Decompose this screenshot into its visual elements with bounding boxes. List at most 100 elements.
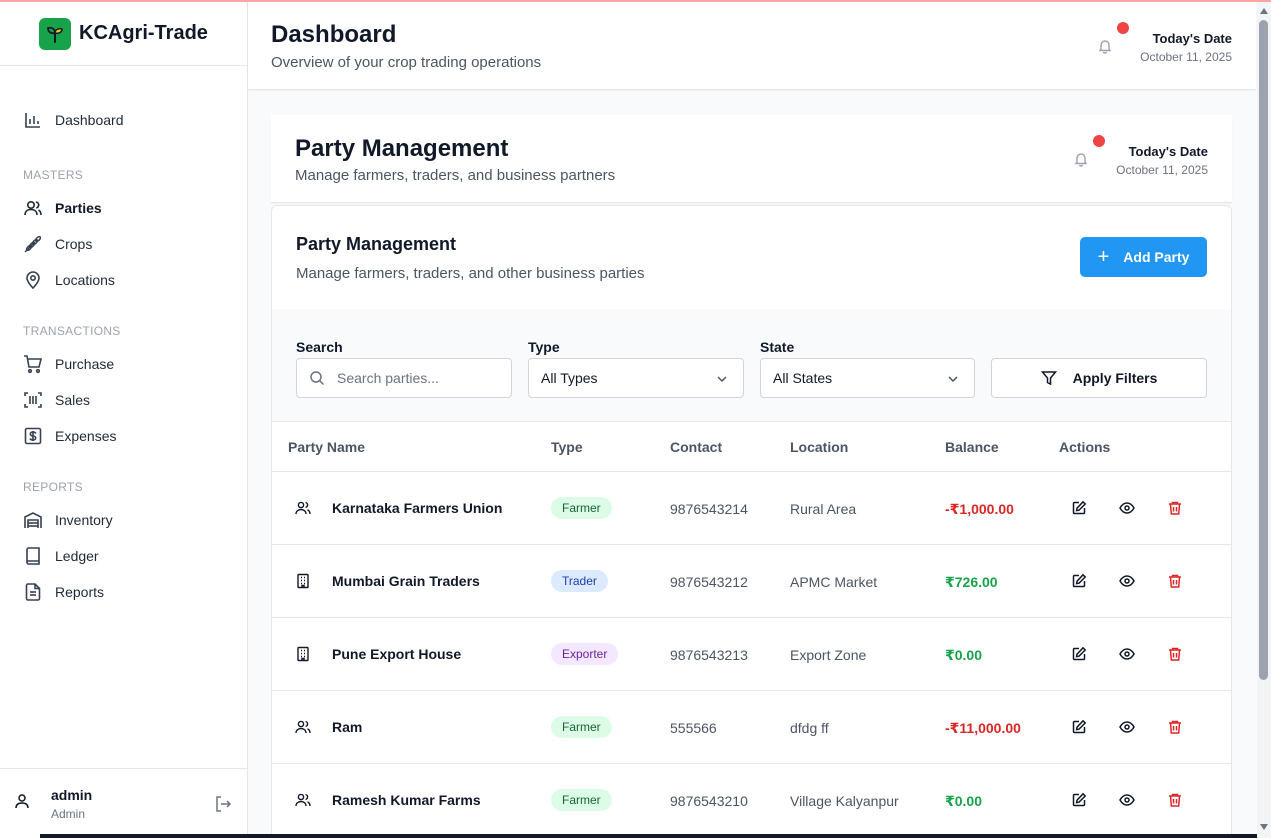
type-badge: Exporter xyxy=(551,643,619,665)
sidebar-item-locations[interactable]: Locations xyxy=(23,268,115,292)
file-text-icon xyxy=(23,582,43,602)
scroll-up-arrow[interactable] xyxy=(1260,8,1268,14)
page-title: Dashboard xyxy=(271,21,397,48)
sidebar-item-sales[interactable]: Sales xyxy=(23,388,90,412)
search-input[interactable]: Search parties... xyxy=(296,358,512,398)
party-header: Party Management Manage farmers, traders… xyxy=(271,115,1232,203)
wheat-icon xyxy=(23,234,43,254)
users-icon xyxy=(23,198,43,218)
notification-dot xyxy=(1093,135,1105,147)
sidebar-item-inventory[interactable]: Inventory xyxy=(23,508,113,532)
search-icon xyxy=(309,370,325,386)
party-name: Mumbai Grain Traders xyxy=(332,573,480,589)
page-subtitle: Overview of your crop trading operations xyxy=(271,54,542,71)
sidebar-item-parties[interactable]: Parties xyxy=(23,196,102,220)
sidebar-item-purchase[interactable]: Purchase xyxy=(23,352,114,376)
user-icon xyxy=(14,793,30,814)
sidebar-item-label: Crops xyxy=(55,236,93,252)
chevron-down-icon xyxy=(715,372,729,389)
trash-icon[interactable] xyxy=(1165,571,1185,591)
filter-icon xyxy=(1040,370,1057,386)
add-party-label: Add Party xyxy=(1123,249,1190,265)
eye-icon[interactable] xyxy=(1117,717,1137,737)
col-balance: Balance xyxy=(945,439,999,455)
trash-icon[interactable] xyxy=(1165,717,1185,737)
dollar-square-icon xyxy=(23,426,43,446)
sidebar-item-ledger[interactable]: Ledger xyxy=(23,544,99,568)
plus-icon: + xyxy=(1097,246,1110,268)
state-label: State xyxy=(760,339,795,355)
page-header: Dashboard Overview of your crop trading … xyxy=(248,2,1256,90)
table-row[interactable]: Mumbai Grain Traders Trader 9876543212 A… xyxy=(272,545,1231,618)
edit-icon[interactable] xyxy=(1069,498,1089,518)
table-row[interactable]: Karnataka Farmers Union Farmer 987654321… xyxy=(272,472,1231,545)
table-row[interactable]: Pune Export House Exporter 9876543213 Ex… xyxy=(272,618,1231,691)
sprout-logo-icon xyxy=(39,17,71,50)
brand[interactable]: KCAgri-Trade xyxy=(0,2,247,66)
bell-icon[interactable] xyxy=(1097,38,1113,59)
type-select[interactable]: All Types xyxy=(528,358,744,398)
col-contact: Contact xyxy=(670,439,723,455)
date-label: Today's Date xyxy=(1152,31,1232,46)
party-location: Rural Area xyxy=(790,501,857,517)
party-name: Pune Export House xyxy=(332,646,462,662)
party-card: Party Management Manage farmers, traders… xyxy=(271,205,1232,838)
sidebar-item-label: Sales xyxy=(55,392,91,408)
party-balance: -₹1,000.00 xyxy=(945,501,1014,517)
type-badge: Farmer xyxy=(551,716,612,738)
eye-icon[interactable] xyxy=(1117,790,1137,810)
sidebar-item-dashboard[interactable]: Dashboard xyxy=(23,108,124,132)
sidebar-item-label: Purchase xyxy=(55,356,115,372)
scrollbar-thumb[interactable] xyxy=(1259,20,1268,680)
logout-icon[interactable] xyxy=(214,795,232,818)
users-icon xyxy=(295,792,311,813)
filters-panel: Search Search parties... Type All Types … xyxy=(272,309,1231,422)
eye-icon[interactable] xyxy=(1117,644,1137,664)
date-value: October 11, 2025 xyxy=(1116,163,1208,177)
party-contact: 9876543212 xyxy=(670,574,748,590)
brand-name: KCAgri-Trade xyxy=(79,22,208,44)
state-select[interactable]: All States xyxy=(760,358,975,398)
state-select-value: All States xyxy=(773,370,833,386)
edit-icon[interactable] xyxy=(1069,717,1089,737)
map-pin-icon xyxy=(23,270,43,290)
scroll-down-arrow[interactable] xyxy=(1260,824,1268,830)
party-contact: 555566 xyxy=(670,720,717,736)
table-row[interactable]: Ramesh Kumar Farms Farmer 9876543210 Vil… xyxy=(272,764,1231,837)
trash-icon[interactable] xyxy=(1165,498,1185,518)
sidebar-item-reports[interactable]: Reports xyxy=(23,580,104,604)
bar-chart-icon xyxy=(23,110,43,130)
user-name: admin xyxy=(51,787,93,803)
eye-icon[interactable] xyxy=(1117,571,1137,591)
cart-icon xyxy=(23,354,43,374)
table-row[interactable]: Ram Farmer 555566 dfdg ff -₹11,000.00 xyxy=(272,691,1231,764)
edit-icon[interactable] xyxy=(1069,790,1089,810)
bell-icon[interactable] xyxy=(1073,151,1089,172)
party-name: Karnataka Farmers Union xyxy=(332,500,503,516)
chevron-down-icon xyxy=(946,372,960,389)
apply-filters-button[interactable]: Apply Filters xyxy=(991,358,1207,398)
sidebar: KCAgri-Trade Dashboard MASTERS Parties C… xyxy=(0,2,248,838)
sidebar-item-expenses[interactable]: Expenses xyxy=(23,424,116,448)
party-name: Ram xyxy=(332,719,363,735)
col-party-name: Party Name xyxy=(288,439,366,455)
trash-icon[interactable] xyxy=(1165,644,1185,664)
edit-icon[interactable] xyxy=(1069,571,1089,591)
card-subtitle: Manage farmers, traders, and other busin… xyxy=(296,265,645,282)
sidebar-item-label: Dashboard xyxy=(55,112,124,128)
horizontal-scrollbar[interactable] xyxy=(40,834,1257,838)
party-contact: 9876543210 xyxy=(670,793,748,809)
party-name: Ramesh Kumar Farms xyxy=(332,792,481,808)
table-header: Party Name Type Contact Location Balance… xyxy=(272,422,1231,472)
building-icon xyxy=(295,573,311,594)
party-balance: ₹0.00 xyxy=(945,647,982,663)
trash-icon[interactable] xyxy=(1165,790,1185,810)
col-location: Location xyxy=(790,439,849,455)
search-label: Search xyxy=(296,339,343,355)
users-icon xyxy=(295,719,311,740)
edit-icon[interactable] xyxy=(1069,644,1089,664)
add-party-button[interactable]: + Add Party xyxy=(1080,237,1207,277)
sidebar-item-crops[interactable]: Crops xyxy=(23,232,92,256)
building-icon xyxy=(295,646,311,667)
eye-icon[interactable] xyxy=(1117,498,1137,518)
